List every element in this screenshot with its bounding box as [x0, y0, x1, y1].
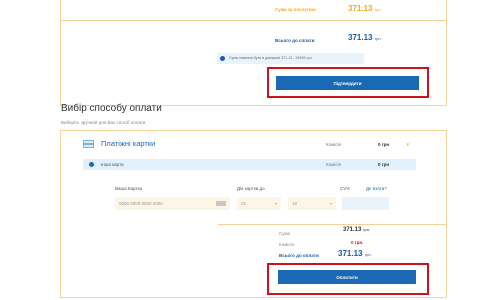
- summary-divider: [61, 20, 446, 21]
- card-chip-icon: [216, 201, 226, 206]
- amount-range-notice: Сума повинна бути в діапазоні 371.13 - 2…: [217, 53, 364, 64]
- cvv-label: CVV:: [340, 186, 351, 191]
- fee-label: Комісія: [279, 242, 294, 247]
- info-icon: [220, 56, 225, 61]
- sum-value: 371.13 грн.: [343, 227, 371, 233]
- credit-card-icon: [83, 140, 94, 148]
- payment-divider: [218, 224, 446, 225]
- expiry-year-select[interactable]: 18 ▾: [288, 197, 336, 210]
- payment-cards-header[interactable]: Платіжні картки Комісія 0 грн ▾: [83, 134, 416, 154]
- cvv-help-link[interactable]: Де взяти?: [366, 186, 387, 191]
- service-sum-label: Сума за послугою:: [275, 7, 317, 12]
- confirm-button[interactable]: Підтвердити: [276, 76, 419, 90]
- method-commission-value: 0 грн: [378, 142, 390, 147]
- fee-value: 0 грн.: [351, 240, 364, 245]
- pay-button[interactable]: Оплатити: [278, 270, 416, 284]
- sum-label: Сума: [279, 231, 291, 236]
- other-card-radio[interactable]: [89, 162, 94, 167]
- grand-total-value: 371.13 грн.: [338, 249, 372, 258]
- payment-method-title: Вибір способу оплати: [61, 103, 162, 114]
- total-label: Всього до сплати: [275, 38, 315, 43]
- card-number-input[interactable]: 0000 0000 0000 0000: [115, 197, 230, 210]
- row-commission-value: 0 грн: [378, 162, 390, 167]
- method-commission-label: Комісія: [326, 142, 341, 147]
- grand-total-label: Всього до оплати: [279, 253, 319, 258]
- chevron-down-icon: ▾: [274, 201, 277, 206]
- service-sum-value: 371.13 грн: [348, 4, 381, 13]
- row-commission-label: Комісія: [326, 162, 341, 167]
- chevron-down-icon[interactable]: ▾: [406, 142, 409, 148]
- expiry-month-select[interactable]: 01 ▾: [237, 197, 281, 210]
- notice-text: Сума повинна бути в діапазоні 371.13 - 2…: [229, 56, 313, 60]
- cvv-input[interactable]: [342, 197, 389, 210]
- card-number-placeholder: 0000 0000 0000 0000: [119, 201, 163, 206]
- other-card-option[interactable]: Інша карта Комісія 0 грн: [83, 159, 416, 170]
- payment-cards-title: Платіжні картки: [101, 139, 156, 148]
- other-card-label: Інша карта: [101, 162, 124, 167]
- expiry-month-value: 01: [241, 201, 247, 206]
- total-value: 371.13 грн: [348, 33, 381, 42]
- expiry-year-value: 18: [292, 201, 298, 206]
- chevron-down-icon: ▾: [329, 201, 332, 206]
- expiry-label: Дія картки до: [237, 186, 265, 191]
- card-number-label: Ваша Картка: [115, 186, 143, 191]
- payment-method-subtitle: Виберіть зручний для Вас спосіб оплати: [61, 120, 146, 125]
